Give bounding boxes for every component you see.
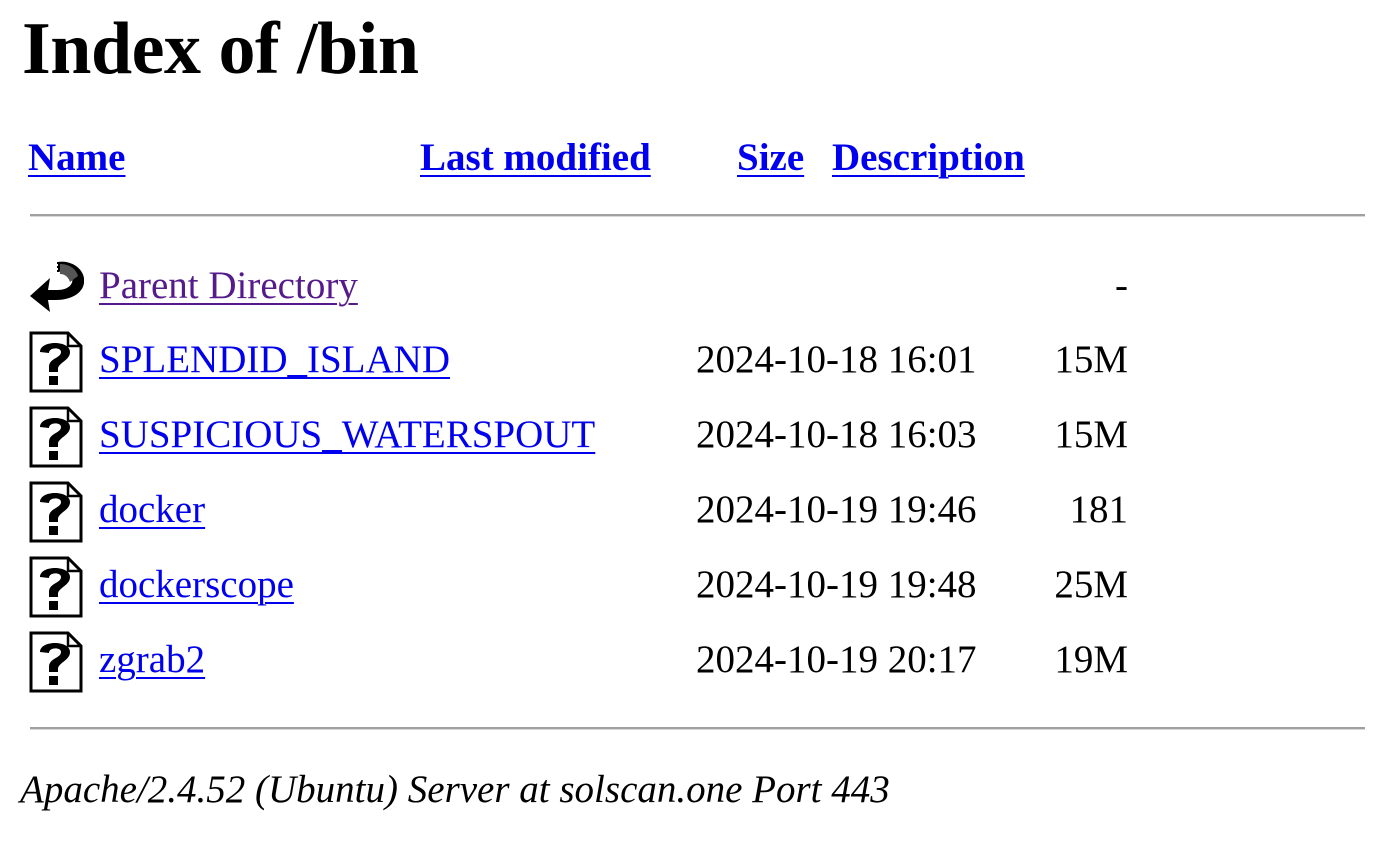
file-last-modified: 2024-10-19 19:48 <box>696 563 977 606</box>
parent-size: - <box>1115 264 1128 307</box>
unknown-file-icon <box>29 406 83 468</box>
unknown-file-icon <box>29 631 83 693</box>
parent-directory-row: Parent Directory - <box>0 256 1400 326</box>
table-row: SPLENDID_ISLAND 2024-10-18 16:01 15M <box>0 330 1400 400</box>
file-last-modified: 2024-10-19 20:17 <box>696 638 977 681</box>
file-last-modified: 2024-10-18 16:03 <box>696 413 977 456</box>
unknown-file-icon <box>29 331 83 393</box>
file-last-modified: 2024-10-18 16:01 <box>696 338 977 381</box>
file-size: 181 <box>1069 488 1129 531</box>
table-row: zgrab2 2024-10-19 20:17 19M <box>0 630 1400 700</box>
sort-by-description-link[interactable]: Description <box>832 134 1025 182</box>
table-row: SUSPICIOUS_WATERSPOUT 2024-10-18 16:03 1… <box>0 405 1400 475</box>
unknown-file-icon <box>29 481 83 543</box>
file-link[interactable]: SPLENDID_ISLAND <box>99 336 450 384</box>
footer-divider <box>30 727 1365 730</box>
back-arrow-icon <box>30 261 84 312</box>
server-signature: Apache/2.4.52 (Ubuntu) Server at solscan… <box>20 768 890 811</box>
sort-by-size-link[interactable]: Size <box>737 134 804 182</box>
unknown-file-icon <box>29 556 83 618</box>
table-row: dockerscope 2024-10-19 19:48 25M <box>0 555 1400 625</box>
file-size: 15M <box>1054 413 1128 456</box>
file-last-modified: 2024-10-19 19:46 <box>696 488 977 531</box>
sort-by-name-link[interactable]: Name <box>28 134 125 182</box>
page-title: Index of /bin <box>22 8 419 90</box>
file-size: 25M <box>1054 563 1128 606</box>
file-size: 15M <box>1054 338 1128 381</box>
file-link[interactable]: dockerscope <box>99 561 294 609</box>
file-link[interactable]: SUSPICIOUS_WATERSPOUT <box>99 411 595 459</box>
table-row: docker 2024-10-19 19:46 181 <box>0 480 1400 550</box>
file-size: 19M <box>1054 638 1128 681</box>
sort-by-last-modified-link[interactable]: Last modified <box>420 134 651 182</box>
file-link[interactable]: docker <box>99 486 205 534</box>
header-divider <box>30 214 1365 217</box>
file-link[interactable]: zgrab2 <box>99 636 205 684</box>
parent-directory-link[interactable]: Parent Directory <box>99 262 358 310</box>
